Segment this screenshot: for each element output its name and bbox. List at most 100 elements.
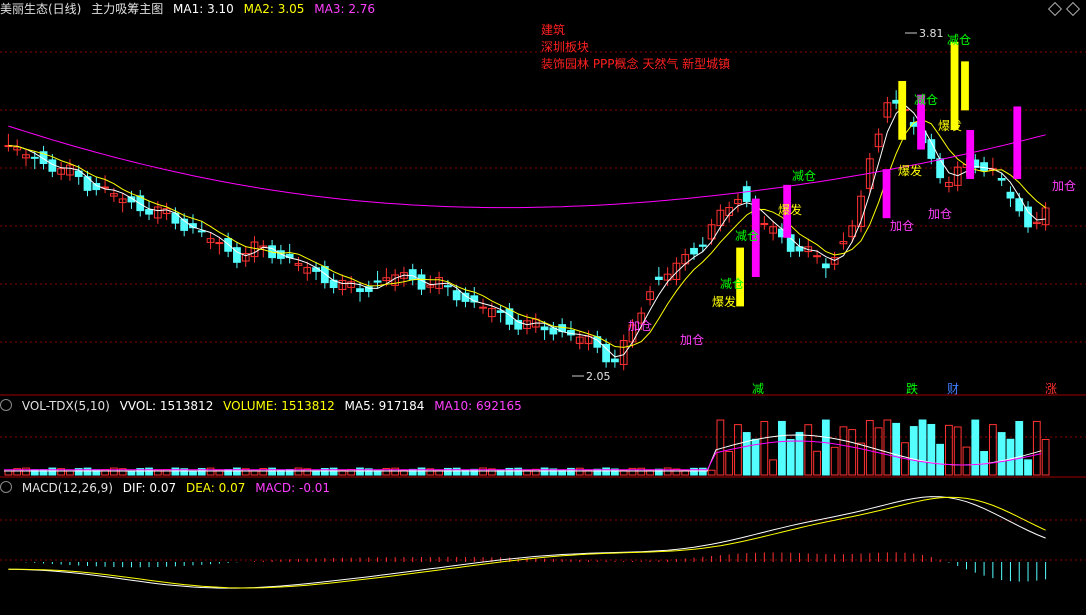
signal-label: 减仓 xyxy=(914,93,938,107)
candle-body xyxy=(690,247,698,255)
volume-bar xyxy=(988,424,997,476)
dif-line xyxy=(8,496,1046,589)
macd-name[interactable]: MACD(12,26,9) xyxy=(22,481,113,495)
volume-bar xyxy=(22,467,30,476)
candle-body xyxy=(443,285,452,288)
volume-bar xyxy=(285,468,294,476)
volume-bar xyxy=(909,426,918,476)
volume-bar xyxy=(883,419,892,476)
volume-bar xyxy=(224,469,233,476)
sector-board: 深圳板块 xyxy=(541,40,590,54)
volume-bar xyxy=(514,467,523,476)
vol-ma5-value: MA5: 917184 xyxy=(344,399,425,413)
volume-bar xyxy=(268,467,276,476)
volume-bar xyxy=(874,427,883,476)
candle-body xyxy=(30,156,39,159)
signal-label: 爆发 xyxy=(778,202,802,217)
vol-ma5-line xyxy=(4,434,1042,472)
volume-bar xyxy=(452,467,461,476)
volume-bar xyxy=(233,467,241,476)
signal-label: 减仓 xyxy=(947,33,971,47)
volume-bar xyxy=(48,467,57,476)
volume-bar xyxy=(101,469,109,476)
volume-bar xyxy=(4,470,13,476)
volume-bar xyxy=(1006,438,1015,476)
volume-bar xyxy=(760,420,769,476)
indicator-name[interactable]: 主力吸筹主图 xyxy=(91,2,163,16)
volume-bar xyxy=(540,467,549,476)
candle-body xyxy=(145,209,153,215)
dea-line xyxy=(8,496,1046,589)
volume-bar xyxy=(66,470,74,476)
signal-bar xyxy=(1013,106,1022,179)
kline-chart[interactable]: 3.812.05加仓加仓减仓爆发减仓爆发减仓加仓爆发加仓减仓爆发减仓加仓减跌财涨 xyxy=(0,0,1086,615)
high-price-label: 3.81 xyxy=(919,27,944,40)
candle-body xyxy=(821,263,830,269)
macd-header: MACD(12,26,9) DIF: 0.07 DEA: 0.07 MACD: … xyxy=(0,479,336,497)
candle-body xyxy=(602,343,611,363)
volume-bar xyxy=(971,419,980,476)
candle-body xyxy=(742,186,751,202)
volume-bar xyxy=(109,467,118,476)
volume-bar xyxy=(936,443,945,476)
volume-bar xyxy=(1032,420,1041,476)
signal-bar xyxy=(898,80,907,140)
sector-concepts: 装饰园林 PPP概念 天然气 新型城镇 xyxy=(541,57,731,71)
volume-bar xyxy=(1015,420,1024,476)
dea-value: DEA: 0.07 xyxy=(185,481,246,495)
volume-bar xyxy=(171,467,180,476)
signal-label: 爆发 xyxy=(938,118,962,133)
vol-header: VOL-TDX(5,10) VVOL: 1513812 VOLUME: 1513… xyxy=(0,397,528,415)
candle-body xyxy=(654,276,663,280)
volume-bar xyxy=(663,467,672,476)
signal-label: 爆发 xyxy=(712,294,736,309)
vol-toggle-icon[interactable] xyxy=(0,399,12,411)
bottom-marker: 减 xyxy=(752,382,764,396)
candle-body xyxy=(408,269,417,280)
volume-bar xyxy=(945,424,953,476)
signal-label: 减仓 xyxy=(720,277,744,291)
volume-bar xyxy=(707,469,716,476)
volume-bar xyxy=(927,423,936,476)
signal-label: 加仓 xyxy=(628,319,652,333)
candle-body xyxy=(936,158,945,179)
volume-bar xyxy=(804,424,813,476)
volume-bar xyxy=(769,459,778,476)
volume-bar xyxy=(848,429,857,476)
candle-body xyxy=(760,222,769,225)
volume-bar xyxy=(145,467,153,476)
stock-name: 美丽生态(日线) xyxy=(0,2,82,16)
volume-bar xyxy=(997,432,1006,476)
volume-bar xyxy=(778,420,786,476)
signal-label: 爆发 xyxy=(898,163,922,178)
candle-body xyxy=(215,242,224,245)
signal-label: 减仓 xyxy=(735,229,759,243)
sector-info: 建筑 深圳板块 装饰园林 PPP概念 天然气 新型城镇 xyxy=(541,22,730,73)
volume-bar xyxy=(734,424,742,476)
signal-label: 加仓 xyxy=(680,333,704,347)
volume-bar xyxy=(725,450,734,476)
volume-bar xyxy=(329,467,338,476)
bottom-marker: 跌 xyxy=(906,381,918,396)
candle-body xyxy=(479,306,487,309)
volume-value: VOLUME: 1513812 xyxy=(223,399,335,413)
macd-toggle-icon[interactable] xyxy=(0,481,12,493)
vol-name[interactable]: VOL-TDX(5,10) xyxy=(22,399,110,413)
volume-bar xyxy=(953,426,962,476)
ma2-line xyxy=(8,119,1046,348)
candle-body xyxy=(1024,206,1032,228)
signal-label: 减仓 xyxy=(792,169,816,183)
signal-label: 加仓 xyxy=(1052,179,1076,193)
volume-bar xyxy=(821,419,830,476)
volume-bar xyxy=(356,467,364,476)
volume-bar xyxy=(575,467,584,476)
volume-bar xyxy=(83,467,92,476)
volume-bar xyxy=(742,432,751,476)
ma2-value: MA2: 3.05 xyxy=(243,2,305,16)
volume-bar xyxy=(786,438,795,476)
volume-bar xyxy=(417,467,426,476)
volume-bar xyxy=(127,470,136,476)
volume-bar xyxy=(391,467,400,476)
low-price-label: 2.05 xyxy=(586,370,611,383)
candle-body xyxy=(611,358,619,363)
